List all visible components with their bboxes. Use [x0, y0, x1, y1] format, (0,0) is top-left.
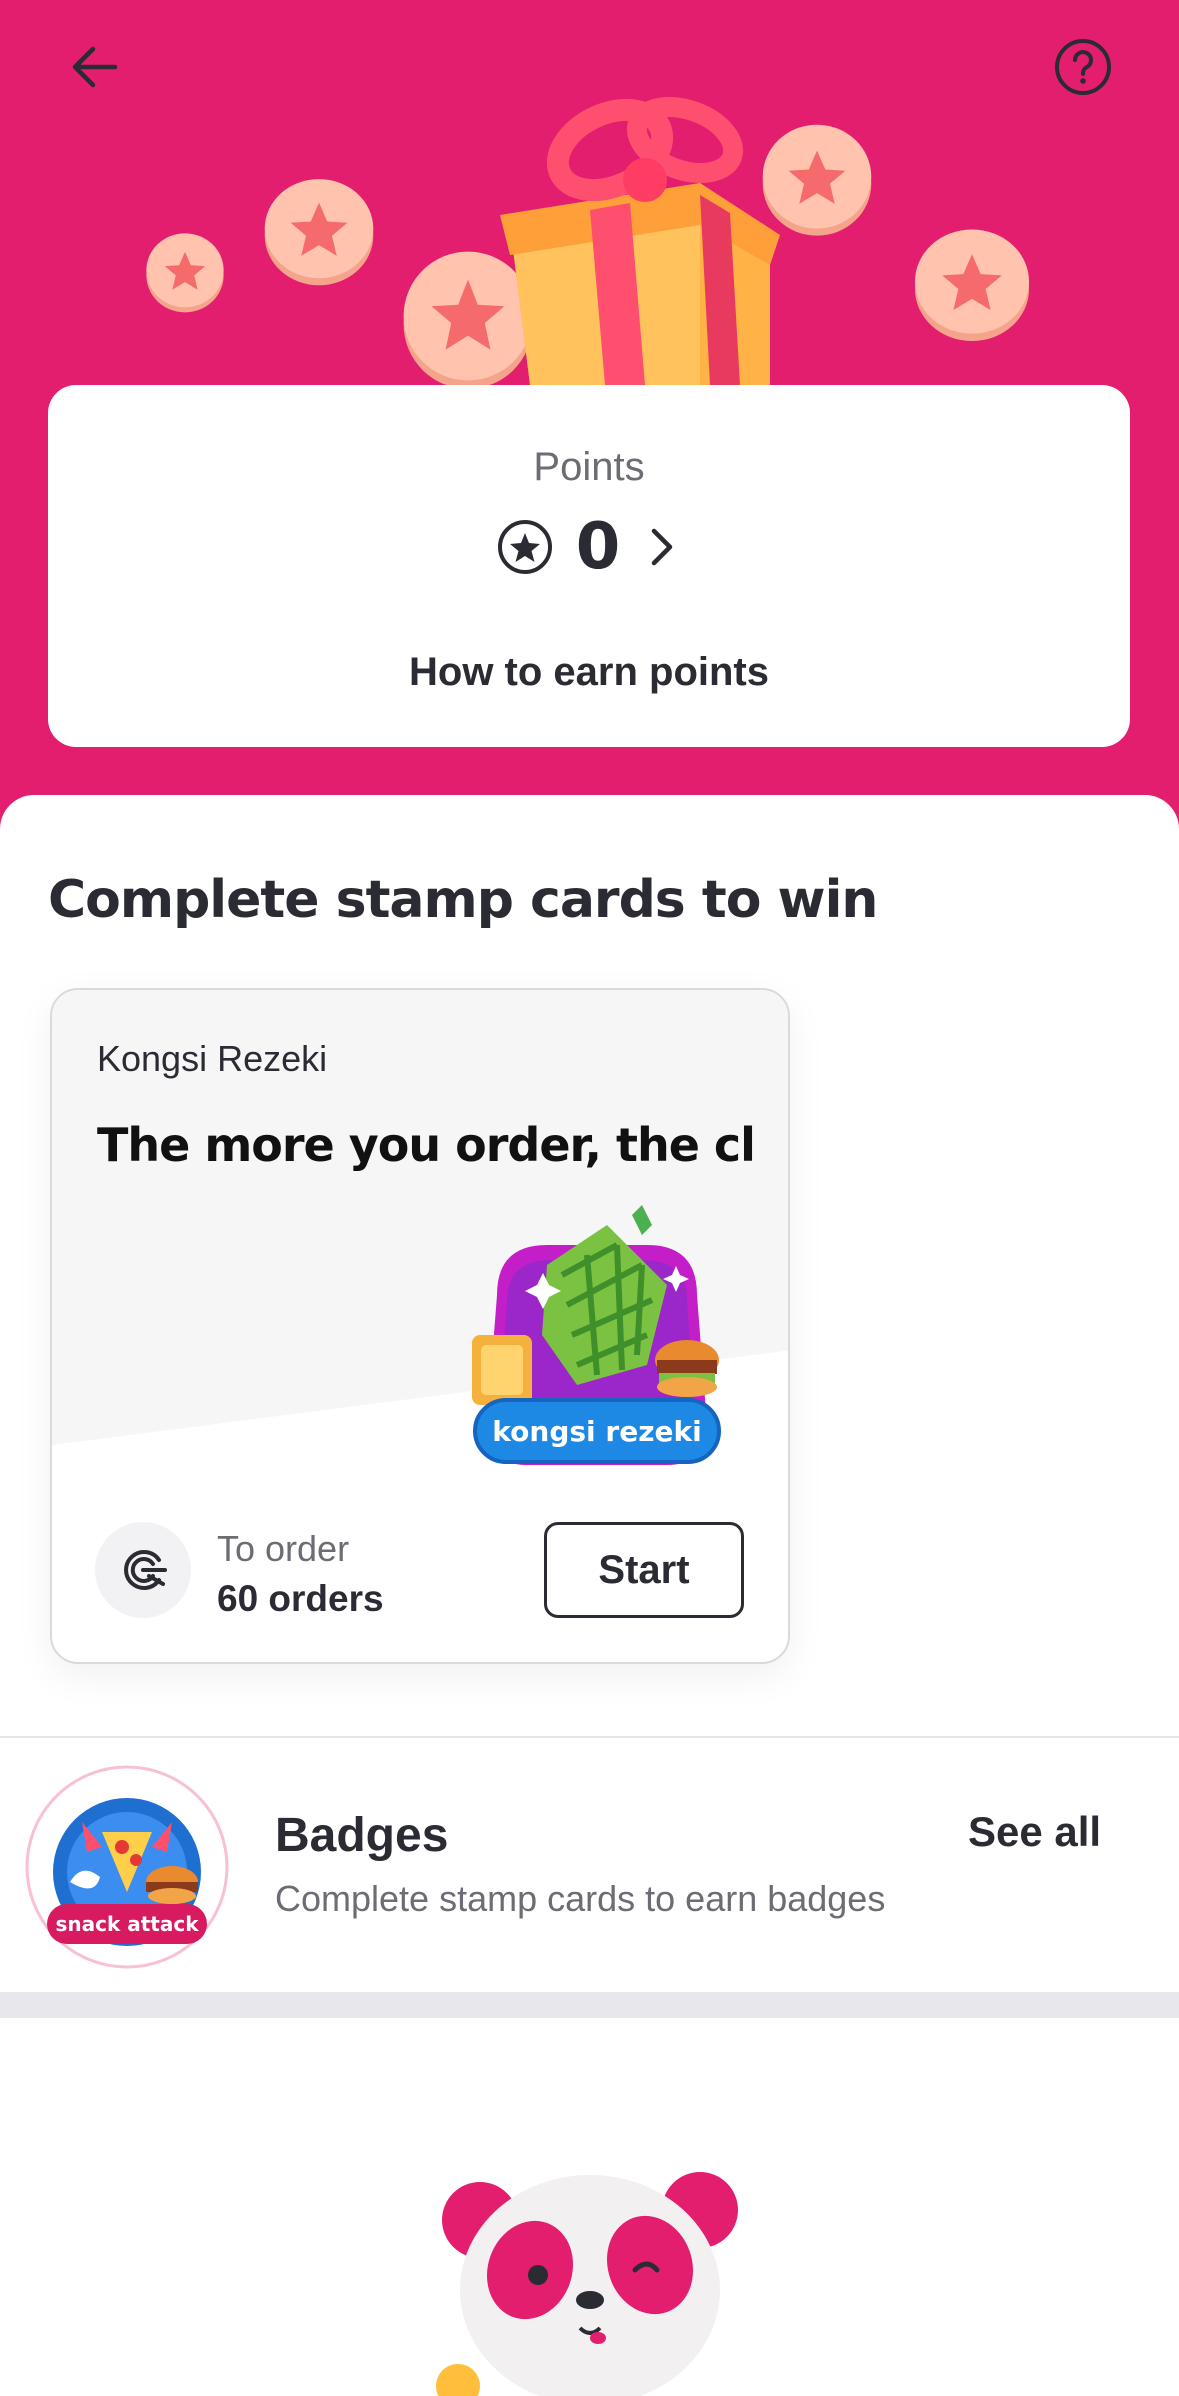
order-requirement-value: 60 orders [217, 1578, 384, 1619]
points-value: 0 [575, 510, 621, 584]
star-coin-icon [264, 179, 374, 286]
section-separator [0, 1992, 1179, 2018]
star-coin-icon [914, 229, 1030, 342]
stamp-card[interactable]: Kongsi Rezeki The more you order, the cl… [50, 988, 790, 1664]
kongsi-rezeki-badge-icon: kongsi rezeki [472, 1205, 721, 1465]
arrow-left-icon [72, 46, 118, 88]
badges-row[interactable]: snack attack Badges Complete stamp cards… [0, 1738, 1179, 1992]
gift-box-icon [500, 97, 780, 385]
how-to-earn-points-link[interactable]: How to earn points [48, 650, 1130, 695]
stamp-cards-section-title: Complete stamp cards to win [48, 870, 878, 930]
swirl-icon [124, 1550, 167, 1590]
badges-title: Badges [275, 1809, 449, 1862]
start-button[interactable]: Start [544, 1522, 744, 1618]
back-button[interactable] [50, 22, 140, 112]
panda-mascot-icon [436, 2172, 738, 2396]
rewards-hero-banner: Points 0 How to earn points [0, 0, 1179, 830]
points-card: Points 0 How to earn points [48, 385, 1130, 747]
help-button[interactable] [1038, 22, 1128, 112]
order-progress-icon [95, 1522, 191, 1618]
points-balance[interactable]: 0 [48, 515, 1130, 579]
chevron-right-icon [652, 528, 673, 566]
question-circle-icon [1055, 39, 1111, 95]
svg-text:snack attack: snack attack [55, 1912, 199, 1936]
campaign-name: Kongsi Rezeki [97, 1038, 328, 1079]
campaign-headline: The more you order, the cl... [97, 1118, 757, 1172]
see-all-badges-link[interactable]: See all [968, 1808, 1101, 1856]
svg-text:kongsi rezeki: kongsi rezeki [492, 1415, 701, 1448]
star-circle-icon [497, 520, 552, 574]
points-label: Points [533, 445, 645, 489]
snack-attack-badge-icon: snack attack [25, 1765, 229, 1969]
order-requirement-label: To order [217, 1528, 350, 1569]
badges-subtitle: Complete stamp cards to earn badges [275, 1878, 886, 1919]
star-coin-icon [146, 233, 224, 313]
